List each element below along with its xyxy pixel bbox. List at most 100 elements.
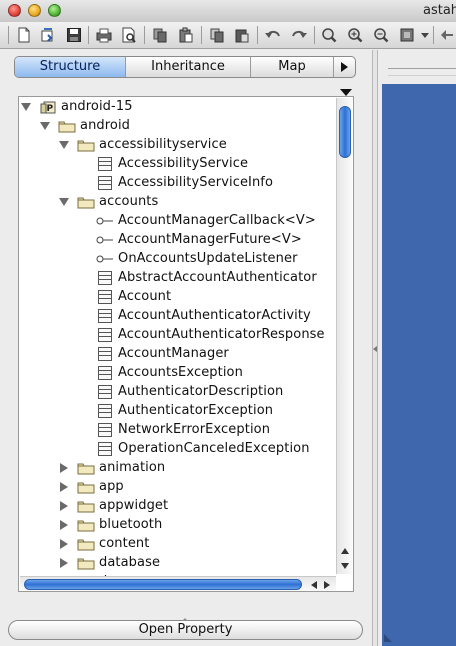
fit-window-icon[interactable] bbox=[397, 25, 416, 44]
title-bar: astah bbox=[0, 0, 456, 23]
class-icon bbox=[96, 308, 114, 324]
toolbar-dropdown-icon[interactable] bbox=[419, 25, 431, 44]
tree-row[interactable]: AccountManagerFuture<V> bbox=[78, 230, 302, 249]
minimize-window-button[interactable] bbox=[28, 4, 41, 17]
panel-splitter[interactable] bbox=[372, 50, 378, 646]
zoom-out-icon[interactable] bbox=[371, 25, 390, 44]
class-icon bbox=[96, 346, 114, 362]
package-icon bbox=[77, 194, 95, 210]
tree-row[interactable]: content bbox=[59, 534, 149, 553]
tree-row[interactable]: animation bbox=[59, 458, 165, 477]
tree-row-label: AccountManager bbox=[118, 346, 229, 361]
scroll-up-icon[interactable] bbox=[337, 544, 353, 558]
tree-row-label: OnAccountsUpdateListener bbox=[118, 251, 298, 266]
horizontal-scroll-thumb[interactable] bbox=[24, 579, 302, 590]
window-title: astah bbox=[423, 3, 456, 18]
tree-row[interactable]: android bbox=[40, 116, 130, 135]
expand-icon[interactable] bbox=[59, 481, 69, 492]
back-icon[interactable] bbox=[437, 25, 456, 44]
zoom-window-button[interactable] bbox=[48, 4, 61, 17]
diagram-canvas[interactable] bbox=[382, 84, 456, 646]
class-icon bbox=[96, 156, 114, 172]
undo-icon[interactable] bbox=[263, 25, 282, 44]
copy-icon[interactable] bbox=[150, 25, 169, 44]
tree-row[interactable]: accounts bbox=[59, 192, 158, 211]
tree-row[interactable]: AbstractAccountAuthenticator bbox=[78, 268, 317, 287]
paste-diagram-icon[interactable] bbox=[232, 25, 251, 44]
paste-icon[interactable] bbox=[176, 25, 195, 44]
package-icon bbox=[77, 536, 95, 552]
tree-row[interactable]: AccountAuthenticatorActivity bbox=[78, 306, 311, 325]
expand-icon[interactable] bbox=[59, 519, 69, 530]
expand-icon[interactable] bbox=[59, 557, 69, 568]
tree-row[interactable]: NetworkErrorException bbox=[78, 420, 270, 439]
print-preview-icon[interactable] bbox=[119, 25, 138, 44]
print-icon[interactable] bbox=[94, 25, 113, 44]
tree-row[interactable]: bluetooth bbox=[59, 515, 162, 534]
redo-icon[interactable] bbox=[289, 25, 308, 44]
copy-diagram-icon[interactable] bbox=[207, 25, 226, 44]
tree-row[interactable]: accessibilityservice bbox=[59, 135, 227, 154]
expand-icon[interactable] bbox=[59, 500, 69, 511]
split-grip-icon[interactable] bbox=[182, 607, 188, 622]
tree-row[interactable]: AccountManager bbox=[78, 344, 229, 363]
tree-row[interactable]: app bbox=[59, 477, 124, 496]
collapse-icon[interactable] bbox=[21, 102, 31, 112]
collapse-icon[interactable] bbox=[59, 197, 69, 207]
expand-icon[interactable] bbox=[59, 462, 69, 473]
class-icon bbox=[96, 270, 114, 286]
toolbar-separator bbox=[433, 26, 434, 44]
tree-row[interactable]: AuthenticatorDescription bbox=[78, 382, 283, 401]
diagram-ruler bbox=[388, 68, 456, 76]
package-icon bbox=[77, 137, 95, 153]
tree-row-label: database bbox=[99, 555, 161, 570]
interface-icon bbox=[96, 232, 114, 248]
zoom-icon[interactable] bbox=[319, 25, 338, 44]
toolbar-separator bbox=[257, 26, 258, 44]
open-property-button[interactable]: Open Property bbox=[8, 620, 363, 640]
tree-row[interactable]: AccessibilityService bbox=[78, 154, 248, 173]
tree-row[interactable]: Account bbox=[78, 287, 171, 306]
scroll-right-icon[interactable] bbox=[320, 578, 333, 591]
toolbar-separator bbox=[314, 26, 315, 44]
open-icon[interactable] bbox=[38, 25, 57, 44]
tree-row[interactable]: OperationCanceledException bbox=[78, 439, 310, 458]
save-icon[interactable] bbox=[64, 25, 83, 44]
tree-row[interactable]: database bbox=[59, 553, 160, 572]
interface-icon bbox=[96, 213, 114, 229]
tree-row[interactable]: AccountManagerCallback<V> bbox=[78, 211, 316, 230]
zoom-in-icon[interactable] bbox=[345, 25, 364, 44]
tree-row[interactable]: AccountAuthenticatorResponse bbox=[78, 325, 325, 344]
toolbar-separator bbox=[8, 26, 9, 44]
tab-map[interactable]: Map bbox=[251, 57, 333, 77]
vertical-scroll-thumb[interactable] bbox=[339, 106, 351, 158]
tree-row[interactable]: AccessibilityServiceInfo bbox=[78, 173, 273, 192]
tree-row[interactable]: AuthenticatorException bbox=[78, 401, 273, 420]
main-toolbar bbox=[0, 22, 456, 49]
scroll-down-icon[interactable] bbox=[337, 559, 353, 573]
tree-horizontal-scrollbar[interactable] bbox=[20, 576, 336, 591]
tree-vertical-scrollbar[interactable] bbox=[336, 98, 352, 574]
package-icon bbox=[77, 460, 95, 476]
class-icon bbox=[96, 175, 114, 191]
tree-row[interactable]: appwidget bbox=[59, 496, 168, 515]
close-window-button[interactable] bbox=[8, 4, 21, 17]
scroll-left-icon[interactable] bbox=[307, 578, 320, 591]
tree-row[interactable]: AccountsException bbox=[78, 363, 243, 382]
collapse-icon[interactable] bbox=[59, 140, 69, 150]
tab-structure[interactable]: Structure bbox=[15, 57, 125, 77]
tree-row[interactable]: Pandroid-15 bbox=[21, 97, 133, 116]
package-icon bbox=[77, 517, 95, 533]
new-icon[interactable] bbox=[14, 25, 33, 44]
tab-scroll-right-icon[interactable] bbox=[333, 57, 355, 77]
tree-row-label: android-15 bbox=[61, 99, 133, 114]
collapse-icon[interactable] bbox=[40, 121, 50, 131]
tab-inheritance[interactable]: Inheritance bbox=[126, 57, 250, 77]
expand-icon[interactable] bbox=[59, 538, 69, 549]
class-icon bbox=[96, 422, 114, 438]
tree-row[interactable]: OnAccountsUpdateListener bbox=[78, 249, 298, 268]
